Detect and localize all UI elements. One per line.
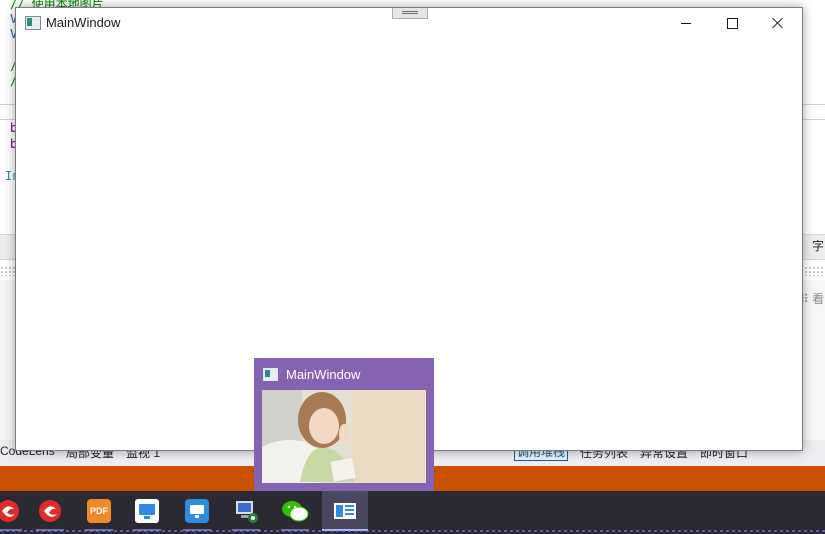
minimize-icon xyxy=(681,22,691,24)
taskbar-app-network-computer[interactable] xyxy=(226,491,266,531)
close-icon xyxy=(772,17,784,29)
ide-panel-icon: ⠿ 看 xyxy=(800,292,825,306)
taskbar-app-screen-cast[interactable] xyxy=(177,491,217,531)
window-title: MainWindow xyxy=(46,15,121,30)
remote-desktop-icon xyxy=(135,499,159,523)
taskbar-app-red-1[interactable] xyxy=(0,491,28,531)
taskbar-preview[interactable]: MainWindow xyxy=(254,358,434,491)
red-app-icon xyxy=(0,500,19,522)
screen-cast-icon xyxy=(185,499,209,523)
maximize-icon xyxy=(726,17,738,29)
pdf-icon: PDF xyxy=(87,499,111,523)
close-button[interactable] xyxy=(755,8,801,38)
ide-right-label: 字 xyxy=(812,239,825,253)
taskbar-app-wechat[interactable] xyxy=(275,491,315,531)
taskbar xyxy=(0,491,825,534)
wechat-icon xyxy=(282,501,309,522)
preview-thumbnail[interactable] xyxy=(262,390,426,483)
pdf-label: PDF xyxy=(90,506,108,516)
taskbar-app-remote-desktop[interactable] xyxy=(127,491,167,531)
taskbar-app-mainwindow[interactable] xyxy=(322,491,368,531)
app-window-icon xyxy=(263,368,278,381)
window-titlebar[interactable]: MainWindow xyxy=(16,8,802,38)
app-window-icon xyxy=(25,16,41,30)
mainwindow-app-icon xyxy=(334,503,356,519)
taskbar-app-red-2[interactable] xyxy=(30,491,70,531)
network-computer-icon xyxy=(236,501,258,523)
desktop-dotted-line xyxy=(0,530,825,532)
girl-photo-image xyxy=(262,390,426,483)
drag-grip-icon[interactable] xyxy=(392,8,428,19)
taskbar-app-pdf[interactable]: PDF xyxy=(79,491,119,531)
red-app-icon xyxy=(39,500,61,522)
minimize-button[interactable] xyxy=(663,8,709,38)
maximize-button[interactable] xyxy=(709,8,755,38)
preview-title: MainWindow xyxy=(286,367,361,382)
